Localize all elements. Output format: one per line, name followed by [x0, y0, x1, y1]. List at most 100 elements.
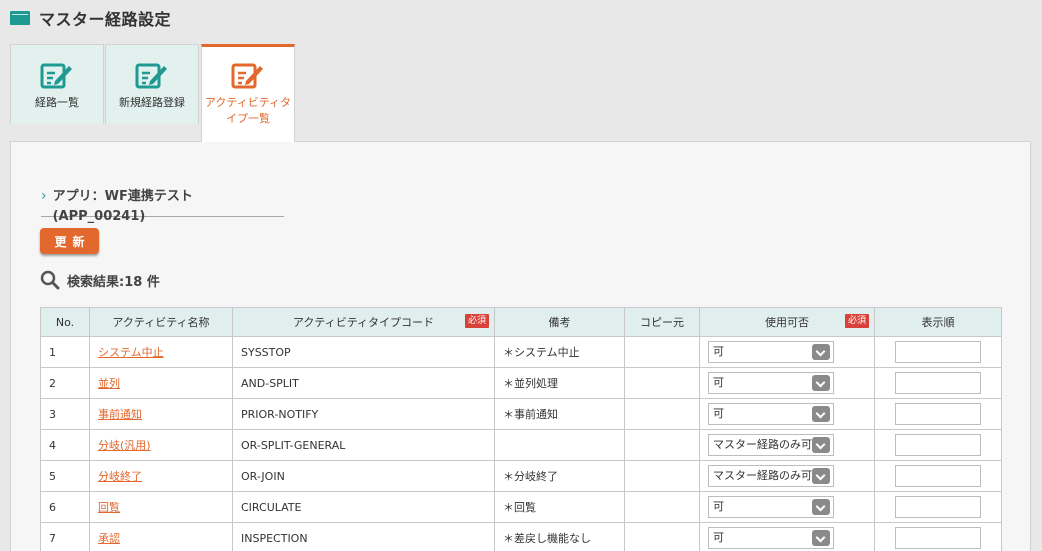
cell-no: 5	[40, 460, 90, 492]
cell-order	[874, 336, 1002, 368]
display-order-input[interactable]	[895, 341, 981, 363]
required-badge: 必須	[844, 314, 869, 328]
usable-select-value: 可	[713, 376, 724, 389]
activity-name-link[interactable]: 回覧	[98, 501, 120, 514]
activity-name-link[interactable]: 並列	[98, 377, 120, 390]
usable-select-value: マスター経路のみ可	[713, 438, 812, 451]
cell-name: 並列	[89, 367, 233, 399]
activity-name-link[interactable]: 事前通知	[98, 408, 142, 421]
usable-select-value: 可	[713, 407, 724, 420]
table-header-row: No. アクティビティ名称 アクティビティタイプコード 必須 備考 コピー元 使用…	[40, 307, 1002, 337]
table-row: 4 分岐(汎用) OR-SPLIT-GENERAL マスター経路のみ可	[40, 429, 1002, 461]
cell-code: INSPECTION	[232, 522, 495, 551]
usable-select[interactable]: 可	[708, 341, 834, 363]
display-order-input[interactable]	[895, 527, 981, 549]
cell-no: 7	[40, 522, 90, 551]
search-icon	[40, 270, 60, 290]
cell-copy	[624, 367, 700, 399]
cell-no: 4	[40, 429, 90, 461]
usable-select-value: 可	[713, 345, 724, 358]
cell-copy	[624, 522, 700, 551]
col-header-usable: 使用可否 必須	[699, 307, 875, 337]
usable-select[interactable]: 可	[708, 403, 834, 425]
cell-copy	[624, 460, 700, 492]
tab-label: 新規経路登録	[119, 96, 185, 109]
edit-icon	[40, 63, 72, 89]
cell-usable: 可	[699, 522, 875, 551]
table-row: 7 承認 INSPECTION ＊差戻し機能なし 可	[40, 522, 1002, 551]
display-order-input[interactable]	[895, 496, 981, 518]
col-header-order: 表示順	[874, 307, 1002, 337]
chevron-down-icon	[812, 375, 830, 391]
cell-code: AND-SPLIT	[232, 367, 495, 399]
usable-select[interactable]: 可	[708, 496, 834, 518]
cell-name: 分岐(汎用)	[89, 429, 233, 461]
window-icon	[10, 11, 30, 25]
cell-note: ＊回覧	[494, 491, 625, 523]
display-order-input[interactable]	[895, 434, 981, 456]
chevron-right-icon: ›	[41, 188, 47, 204]
table-row: 6 回覧 CIRCULATE ＊回覧 可	[40, 491, 1002, 523]
tab-new-route[interactable]: 新規経路登録	[105, 44, 199, 124]
activity-name-link[interactable]: 承認	[98, 532, 120, 545]
display-order-input[interactable]	[895, 403, 981, 425]
tab-route-list[interactable]: 経路一覧	[10, 44, 104, 124]
cell-name: 分岐終了	[89, 460, 233, 492]
page-header: マスター経路設定	[10, 6, 171, 30]
usable-select[interactable]: 可	[708, 372, 834, 394]
col-header-code: アクティビティタイプコード 必須	[232, 307, 495, 337]
cell-no: 3	[40, 398, 90, 430]
col-header-name: アクティビティ名称	[89, 307, 233, 337]
chevron-down-icon	[812, 406, 830, 422]
cell-no: 6	[40, 491, 90, 523]
cell-order	[874, 460, 1002, 492]
cell-usable: 可	[699, 398, 875, 430]
activity-type-table: No. アクティビティ名称 アクティビティタイプコード 必須 備考 コピー元 使用…	[40, 307, 1002, 551]
cell-code: CIRCULATE	[232, 491, 495, 523]
display-order-input[interactable]	[895, 465, 981, 487]
cell-usable: 可	[699, 491, 875, 523]
app-label: アプリ：WF連携テスト(APP_00241)	[52, 189, 193, 224]
search-result: 検索結果:18 件	[40, 270, 160, 290]
cell-no: 2	[40, 367, 90, 399]
edit-icon	[231, 63, 263, 89]
cell-code: OR-JOIN	[232, 460, 495, 492]
search-result-label: 検索結果:18 件	[67, 274, 160, 290]
cell-order	[874, 367, 1002, 399]
update-button[interactable]: 更新	[40, 228, 99, 254]
chevron-down-icon	[812, 437, 830, 453]
usable-select[interactable]: マスター経路のみ可	[708, 465, 834, 487]
cell-name: 承認	[89, 522, 233, 551]
chevron-down-icon	[812, 344, 830, 360]
cell-usable: 可	[699, 336, 875, 368]
required-badge: 必須	[464, 314, 489, 328]
col-header-note: 備考	[494, 307, 625, 337]
display-order-input[interactable]	[895, 372, 981, 394]
col-header-code-label: アクティビティタイプコード	[292, 316, 435, 329]
table-row: 1 システム中止 SYSSTOP ＊システム中止 可	[40, 336, 1002, 368]
table-row: 2 並列 AND-SPLIT ＊並列処理 可	[40, 367, 1002, 399]
cell-copy	[624, 336, 700, 368]
cell-copy	[624, 398, 700, 430]
tab-activity-type-list[interactable]: アクティビティタイプ一覧	[201, 44, 295, 142]
activity-name-link[interactable]: システム中止	[98, 346, 164, 359]
cell-order	[874, 522, 1002, 551]
cell-note	[494, 429, 625, 461]
cell-copy	[624, 491, 700, 523]
usable-select[interactable]: マスター経路のみ可	[708, 434, 834, 456]
cell-order	[874, 491, 1002, 523]
col-header-usable-label: 使用可否	[765, 316, 809, 329]
chevron-down-icon	[812, 468, 830, 484]
table-row: 3 事前通知 PRIOR-NOTIFY ＊事前通知 可	[40, 398, 1002, 430]
cell-note: ＊差戻し機能なし	[494, 522, 625, 551]
usable-select[interactable]: 可	[708, 527, 834, 549]
cell-order	[874, 398, 1002, 430]
cell-no: 1	[40, 336, 90, 368]
activity-name-link[interactable]: 分岐(汎用)	[98, 439, 151, 452]
activity-name-link[interactable]: 分岐終了	[98, 470, 142, 483]
cell-name: システム中止	[89, 336, 233, 368]
cell-name: 回覧	[89, 491, 233, 523]
col-header-copy: コピー元	[624, 307, 700, 337]
usable-select-value: 可	[713, 500, 724, 513]
chevron-down-icon	[812, 530, 830, 546]
